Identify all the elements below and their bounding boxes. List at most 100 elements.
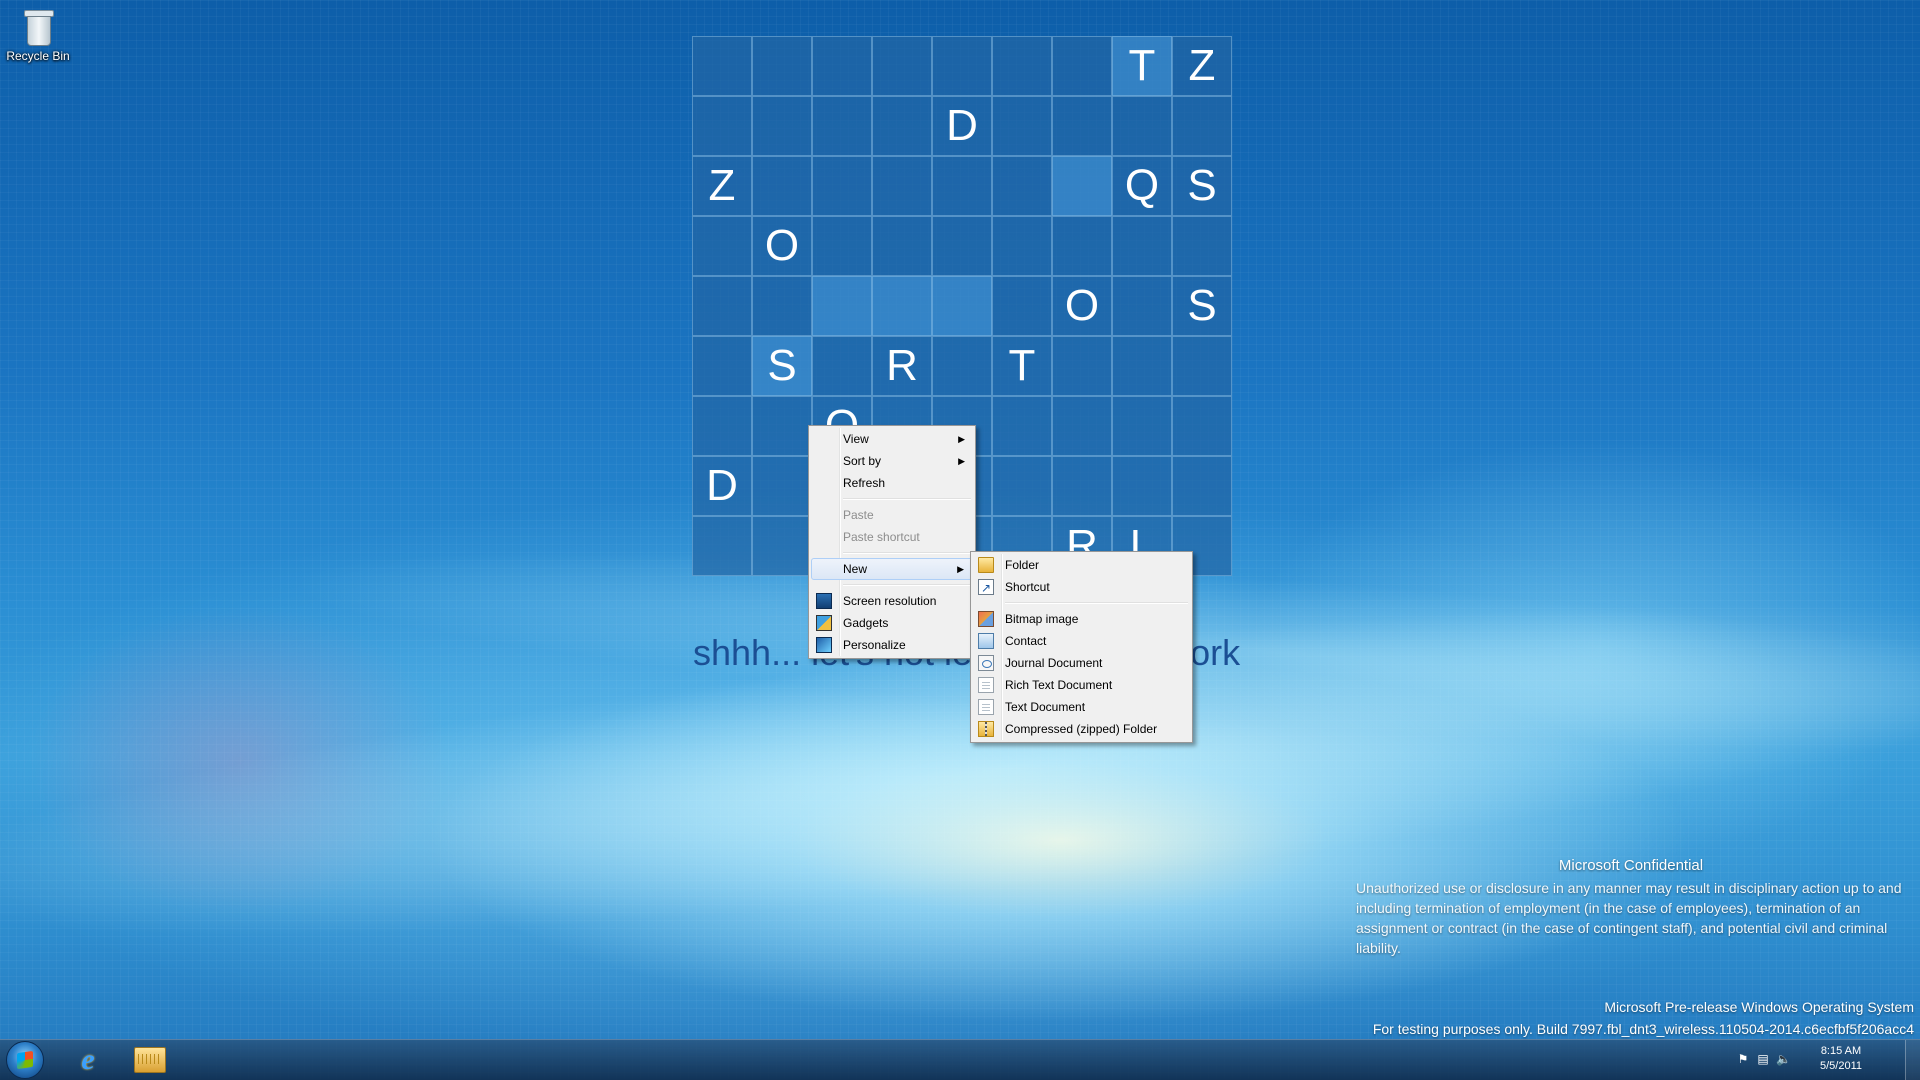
menu-item-paste-shortcut[interactable]: Paste shortcut (811, 526, 973, 548)
new-item-text-document[interactable]: Text Document (973, 696, 1190, 718)
letter-tile (1052, 156, 1112, 216)
menu-separator (1005, 602, 1188, 604)
menu-item-gadgets[interactable]: Gadgets (811, 612, 973, 634)
new-item-rich-text-document[interactable]: Rich Text Document (973, 674, 1190, 696)
gadgets-icon (816, 615, 832, 631)
letter-tile (1172, 96, 1232, 156)
desktop-context-menu: View ▶ Sort by ▶ Refresh Paste Paste shortcut N… (808, 425, 976, 659)
letter-tile: S (752, 336, 812, 396)
action-center-flag-icon[interactable]: ⚑ (1736, 1052, 1750, 1066)
letter-tile (752, 156, 812, 216)
system-tray: ⚑ ▤ 🔈 8:15 AM 5/5/2011 (1720, 1040, 1920, 1080)
letter-tile (752, 516, 812, 576)
menu-item-screen-resolution[interactable]: Screen resolution (811, 590, 973, 612)
recycle-bin-icon (22, 6, 54, 46)
windows-start-icon[interactable] (6, 1041, 44, 1079)
menu-item-sort-by[interactable]: Sort by ▶ (811, 450, 973, 472)
letter-tile (992, 276, 1052, 336)
letter-tile: D (932, 96, 992, 156)
menu-item-label: View (843, 432, 869, 446)
new-item-shortcut[interactable]: Shortcut (973, 576, 1190, 599)
menu-item-label: Text Document (1005, 700, 1086, 714)
letter-tile (1052, 36, 1112, 96)
menu-item-new[interactable]: New ▶ (811, 558, 973, 580)
letter-tile (692, 516, 752, 576)
show-desktop-button[interactable] (1905, 1040, 1920, 1080)
new-item-compressed-zipped-folder[interactable]: Compressed (zipped) Folder (973, 718, 1190, 740)
desktop-icon-recycle-bin[interactable]: Recycle Bin (4, 6, 72, 63)
menu-item-label: Refresh (843, 476, 886, 490)
menu-item-personalize[interactable]: Personalize (811, 634, 973, 656)
volume-icon[interactable]: 🔈 (1776, 1052, 1791, 1066)
letter-tile (692, 396, 752, 456)
menu-separator (843, 498, 971, 500)
taskbar-internet-explorer[interactable]: e (62, 1042, 114, 1078)
letter-tile (692, 36, 752, 96)
letter-tile (1112, 456, 1172, 516)
build-line: For testing purposes only. Build 7997.fb… (1372, 1021, 1914, 1037)
letter-tile (872, 156, 932, 216)
screen-resolution-icon (816, 593, 832, 609)
menu-item-view[interactable]: View ▶ (811, 428, 973, 450)
letter-tile (692, 276, 752, 336)
new-submenu: Folder Shortcut Bitmap image Contact Journal… (970, 551, 1193, 743)
menu-item-refresh[interactable]: Refresh (811, 472, 973, 494)
letter-tile (692, 336, 752, 396)
letter-tile (752, 276, 812, 336)
letter-tile: Q (1112, 156, 1172, 216)
new-item-bitmap-image[interactable]: Bitmap image (973, 608, 1190, 630)
letter-tile (1172, 336, 1232, 396)
clock[interactable]: 8:15 AM 5/5/2011 (1820, 1044, 1862, 1074)
letter-tile: Z (1172, 36, 1232, 96)
menu-item-label: Personalize (843, 638, 906, 652)
menu-item-label: Compressed (zipped) Folder (1005, 722, 1158, 736)
letter-tile (932, 156, 992, 216)
clock-time: 8:15 AM (1820, 1045, 1862, 1057)
letter-tile (1112, 216, 1172, 276)
menu-item-label: Bitmap image (1005, 612, 1079, 626)
menu-item-label: Sort by (843, 454, 882, 468)
new-item-folder[interactable]: Folder (973, 554, 1190, 576)
menu-item-label: Folder (1005, 558, 1040, 572)
confidential-title: Microsoft Confidential (1558, 857, 1704, 874)
letter-tile (812, 156, 872, 216)
letter-tile: D (692, 456, 752, 516)
menu-item-label: New (843, 562, 868, 576)
letter-tile (1172, 456, 1232, 516)
letter-tile: T (1112, 36, 1172, 96)
taskbar-windows-explorer[interactable] (124, 1042, 176, 1078)
letter-tile (752, 396, 812, 456)
letter-tile (752, 96, 812, 156)
letter-tile (872, 36, 932, 96)
letter-tile (812, 336, 872, 396)
menu-item-label: Journal Document (1005, 656, 1103, 670)
new-item-contact[interactable]: Contact (973, 630, 1190, 652)
letter-tile: Z (692, 156, 752, 216)
letter-tile: R (872, 336, 932, 396)
new-item-journal-document[interactable]: Journal Document (973, 652, 1190, 674)
menu-item-label: Contact (1005, 634, 1047, 648)
desktop-icon-label: Recycle Bin (6, 49, 70, 63)
menu-item-label: Rich Text Document (1005, 678, 1113, 692)
bitmap-image-icon (978, 611, 994, 627)
letter-tile (812, 36, 872, 96)
letter-tile (1052, 336, 1112, 396)
submenu-arrow-icon: ▶ (958, 456, 965, 466)
build-watermark: Microsoft Pre-release Windows Operating … (1373, 996, 1914, 1040)
menu-item-paste[interactable]: Paste (811, 504, 973, 526)
os-line: Microsoft Pre-release Windows Operating … (1604, 999, 1914, 1015)
letter-tile (992, 96, 1052, 156)
submenu-arrow-icon: ▶ (958, 434, 965, 444)
letter-tile: S (1172, 276, 1232, 336)
letter-tile (812, 216, 872, 276)
letter-tile (1052, 396, 1112, 456)
internet-explorer-icon: e (81, 1043, 95, 1076)
confidential-notice: Microsoft Confidential Unauthorized use … (1356, 856, 1906, 958)
menu-item-label: Gadgets (843, 616, 889, 630)
letter-tile (932, 276, 992, 336)
confidential-body: Unauthorized use or disclosure in any ma… (1356, 880, 1902, 956)
shortcut-icon (978, 577, 994, 599)
letter-tile (752, 456, 812, 516)
network-icon[interactable]: ▤ (1756, 1052, 1770, 1066)
letter-tile (992, 456, 1052, 516)
